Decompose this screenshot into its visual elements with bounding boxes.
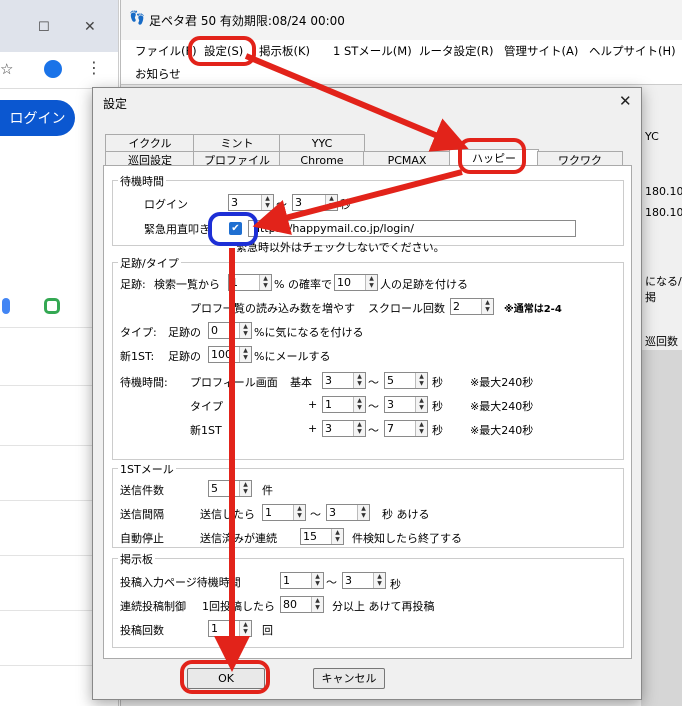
arrow-to-checkbox (252, 169, 463, 235)
annotation-arrows (214, 53, 469, 672)
arrow-to-happy-tab (244, 53, 469, 152)
